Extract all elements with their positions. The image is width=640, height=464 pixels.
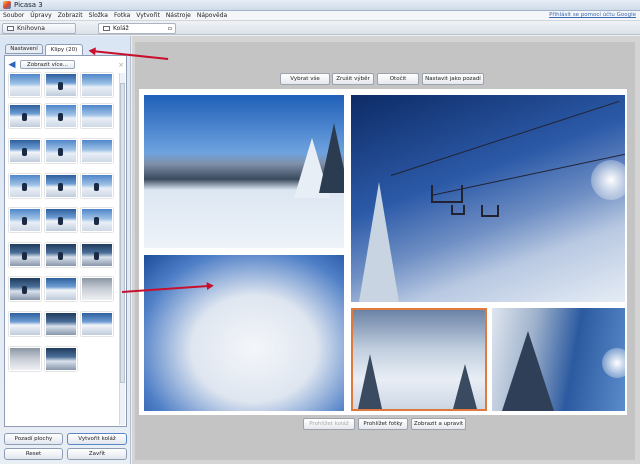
tab-clips[interactable]: Klipy (20): [45, 44, 83, 55]
thumbnail[interactable]: [81, 208, 113, 232]
thumbnail[interactable]: [9, 174, 41, 198]
google-signin-link[interactable]: Přihlásit se pomocí účtu Google: [549, 12, 636, 18]
menu-soubor[interactable]: Soubor: [3, 12, 24, 19]
reset-button[interactable]: Reset: [4, 448, 63, 460]
menu-napoveda[interactable]: Nápověda: [197, 12, 227, 19]
tab-settings[interactable]: Nastavení: [5, 44, 43, 54]
menu-slozka[interactable]: Složka: [89, 12, 108, 19]
app-tab-bar: Knihovna Koláž ▫: [0, 22, 640, 35]
tree-decoration: [358, 354, 382, 409]
thumbnail[interactable]: [45, 174, 77, 198]
thumbnail[interactable]: [81, 277, 113, 301]
thumbnail[interactable]: [45, 347, 77, 371]
picasa-logo-icon: [3, 1, 11, 9]
thumbnail[interactable]: [81, 312, 113, 336]
tree-decoration: [359, 182, 399, 302]
set-background-button[interactable]: Nastavit jako pozadí: [422, 73, 484, 85]
sun-flare: [602, 348, 625, 378]
back-arrow-icon[interactable]: ◀: [7, 60, 17, 69]
thumbnail[interactable]: [45, 277, 77, 301]
collage-photo-chairlift[interactable]: [351, 95, 625, 302]
close-icon[interactable]: ×: [117, 61, 125, 69]
thumbnail[interactable]: [9, 243, 41, 267]
collage-photo-frosted-tree[interactable]: [144, 255, 344, 411]
deselect-button[interactable]: Zrušit výběr: [332, 73, 374, 85]
collage-photo-snowy-trees[interactable]: [492, 308, 625, 411]
thumbnail[interactable]: [45, 104, 77, 128]
thumbnail[interactable]: [81, 243, 113, 267]
background-button[interactable]: Pozadí plochy: [4, 433, 63, 445]
app-title: Picasa 3: [14, 1, 43, 9]
thumbnail[interactable]: [9, 277, 41, 301]
view-edit-button[interactable]: Zobrazit a upravit: [411, 418, 466, 430]
thumbnail[interactable]: [81, 73, 113, 97]
lift-chair: [431, 185, 463, 203]
tab-collage[interactable]: Koláž ▫: [98, 23, 176, 34]
thumbnail-grid: [7, 73, 117, 425]
thumbnail[interactable]: [45, 73, 77, 97]
library-icon: [7, 26, 14, 31]
thumbnail[interactable]: [9, 208, 41, 232]
thumbnail[interactable]: [81, 174, 113, 198]
thumbnail[interactable]: [9, 347, 41, 371]
select-all-button[interactable]: Vybrat vše: [280, 73, 330, 85]
close-button[interactable]: Zavřít: [67, 448, 127, 460]
thumbnail[interactable]: [45, 208, 77, 232]
menu-upravy[interactable]: Úpravy: [30, 12, 51, 19]
tree-decoration: [319, 123, 344, 193]
tab-library[interactable]: Knihovna: [2, 23, 76, 34]
show-more-button[interactable]: Zobrazit více...: [20, 60, 76, 69]
tab-collage-label: Koláž: [113, 25, 129, 32]
thumbnail[interactable]: [81, 139, 113, 163]
tab-library-label: Knihovna: [17, 25, 45, 32]
lift-chair: [451, 205, 465, 215]
menu-vytvorit[interactable]: Vytvořit: [136, 12, 160, 19]
sun-flare: [591, 160, 625, 200]
clips-panel: ◀ Zobrazit více... ×: [4, 55, 127, 427]
scrollbar-thumb[interactable]: [120, 83, 125, 383]
create-collage-button[interactable]: Vytvořit koláž: [67, 433, 127, 445]
view-collage-button[interactable]: Prohlížet koláž: [303, 418, 355, 430]
close-tab-icon[interactable]: ▫: [168, 25, 172, 32]
collage-icon: [103, 26, 110, 31]
thumbnail[interactable]: [9, 312, 41, 336]
thumbnail[interactable]: [45, 312, 77, 336]
rotate-button[interactable]: Otočit: [377, 73, 419, 85]
clips-nav: ◀ Zobrazit více... ×: [7, 59, 125, 70]
thumbnail[interactable]: [9, 139, 41, 163]
menu-zobrazit[interactable]: Zobrazit: [58, 12, 83, 19]
thumbnail[interactable]: [9, 104, 41, 128]
thumbnail[interactable]: [9, 73, 41, 97]
collage-photo-snow-cannon[interactable]: [351, 308, 487, 411]
thumbnail[interactable]: [81, 104, 113, 128]
lift-chair: [481, 205, 499, 217]
view-photos-button[interactable]: Prohlížet fotky: [358, 418, 408, 430]
lift-cable: [390, 100, 620, 176]
tree-decoration: [502, 331, 554, 411]
title-bar: Picasa 3: [0, 0, 640, 11]
clips-scrollbar[interactable]: [119, 73, 125, 425]
collage-canvas[interactable]: [139, 89, 627, 415]
menu-fotka[interactable]: Fotka: [114, 12, 130, 19]
left-panel: Nastavení Klipy (20) ◀ Zobrazit více... …: [0, 36, 131, 464]
menu-nastroje[interactable]: Nástroje: [166, 12, 191, 19]
collage-photo-ski-slope[interactable]: [144, 95, 344, 248]
thumbnail[interactable]: [45, 139, 77, 163]
tree-decoration: [453, 364, 477, 409]
menu-bar: Soubor Úpravy Zobrazit Složka Fotka Vytv…: [0, 11, 640, 21]
thumbnail[interactable]: [45, 243, 77, 267]
